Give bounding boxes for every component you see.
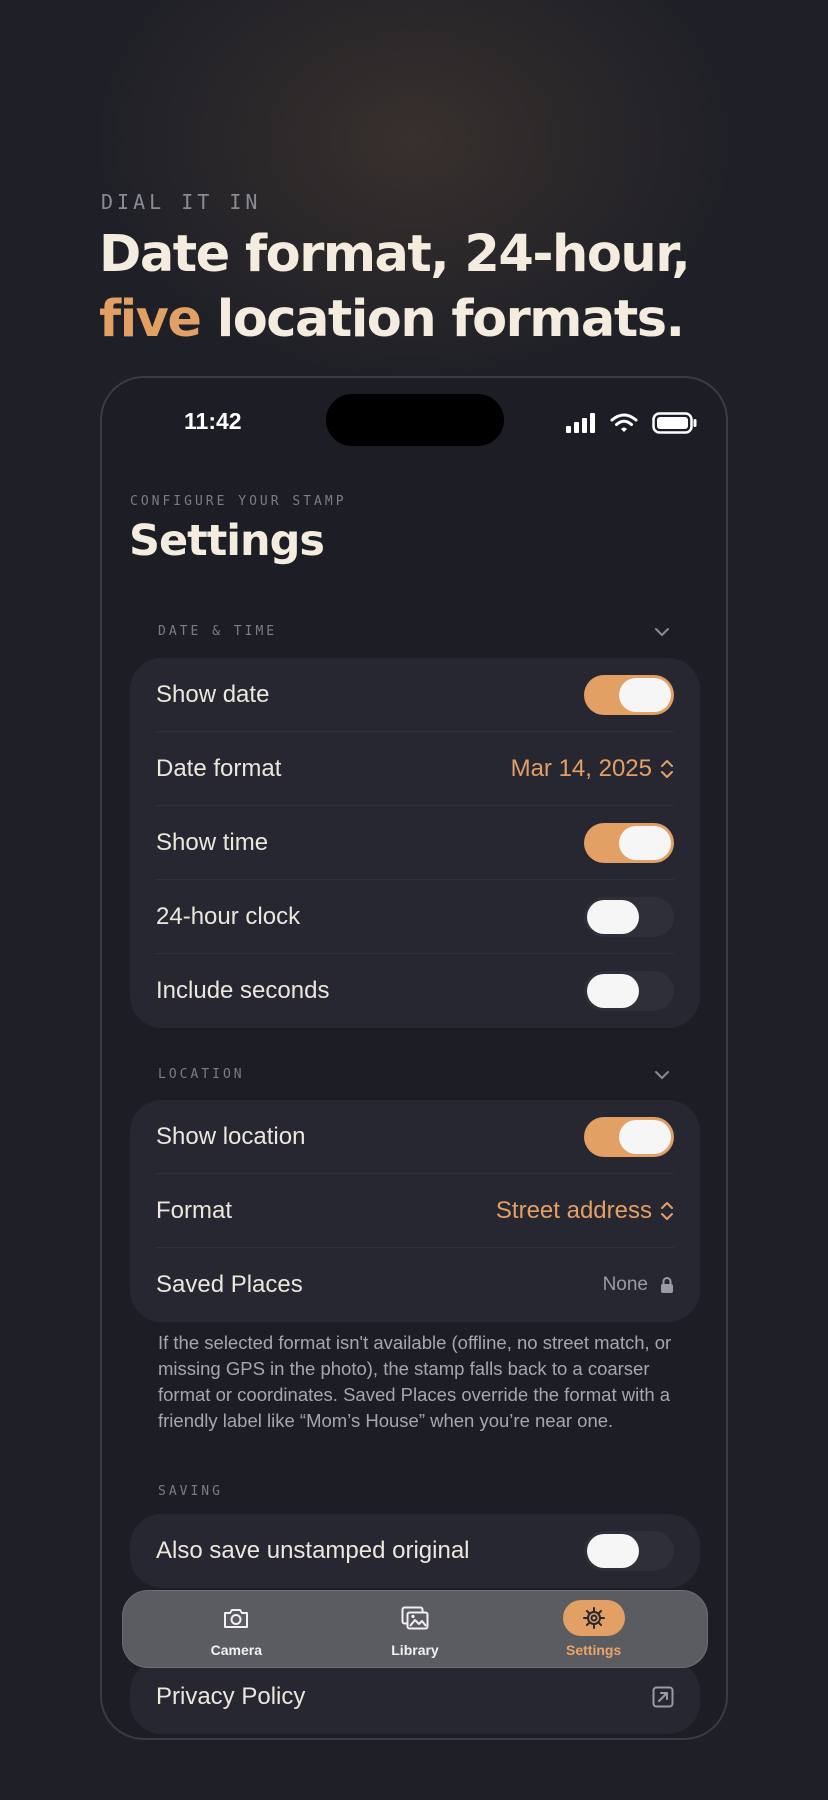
date-format-picker[interactable]: Mar 14, 2025	[511, 755, 674, 783]
show-location-toggle[interactable]	[584, 1116, 674, 1157]
photo-library-icon	[401, 1606, 429, 1630]
phone-frame: 11:42 CONFIGURE YOUR STAMP Settings DATE…	[100, 376, 728, 1740]
row-label: Also save unstamped original	[156, 1537, 470, 1564]
external-link-icon[interactable]	[652, 1686, 674, 1708]
section-header-date-time[interactable]: DATE & TIME	[158, 624, 670, 639]
row-show-time: Show time	[156, 806, 674, 880]
battery-icon	[652, 412, 697, 434]
status-icons	[566, 412, 698, 434]
chevron-down-icon	[655, 627, 669, 636]
row-label: Format	[156, 1196, 233, 1224]
row-location-format[interactable]: Format Street address	[156, 1174, 674, 1248]
saved-places-status: None	[602, 1274, 648, 1295]
toggle-knob	[619, 677, 671, 712]
status-time: 11:42	[184, 408, 242, 434]
save-original-toggle[interactable]	[584, 1531, 674, 1571]
section-title: LOCATION	[158, 1067, 245, 1082]
row-label: Show location	[156, 1122, 306, 1150]
row-saved-places[interactable]: Saved Places None	[156, 1248, 674, 1322]
saving-card: Also save unstamped original	[130, 1514, 700, 1588]
row-label: Show date	[156, 680, 270, 708]
toggle-knob	[619, 825, 671, 860]
chevron-up-down-icon	[661, 759, 673, 778]
row-label: Date format	[156, 754, 282, 782]
section-title: DATE & TIME	[158, 624, 278, 639]
show-time-toggle[interactable]	[584, 822, 674, 863]
row-save-original: Also save unstamped original	[156, 1514, 674, 1588]
row-label: Saved Places	[156, 1271, 303, 1298]
toggle-knob	[619, 1119, 671, 1154]
wifi-icon	[610, 413, 638, 432]
location-card: Show location Format Street address Save…	[130, 1100, 700, 1322]
headline-accent: five	[99, 290, 202, 349]
tab-label: Camera	[210, 1642, 263, 1658]
row-date-format[interactable]: Date format Mar 14, 2025	[156, 732, 674, 806]
cellular-signal-icon	[566, 413, 595, 433]
section-header-location[interactable]: LOCATION	[158, 1067, 670, 1082]
toggle-knob	[587, 899, 639, 934]
location-footnote: If the selected format isn't available (…	[158, 1332, 672, 1431]
screen-eyebrow: CONFIGURE YOUR STAMP	[130, 494, 347, 509]
section-header-saving: SAVING	[158, 1484, 670, 1499]
tab-icon-wrap	[205, 1600, 267, 1636]
location-format-value: Street address	[495, 1196, 652, 1224]
row-24-hour-clock: 24-hour clock	[156, 880, 674, 954]
dynamic-island	[326, 394, 504, 446]
date-format-value: Mar 14, 2025	[510, 754, 652, 782]
privacy-policy-link[interactable]: Privacy Policy	[156, 1683, 305, 1711]
toggle-knob	[587, 974, 639, 1008]
page-eyebrow: DIAL IT IN	[101, 190, 262, 214]
include-seconds-toggle[interactable]	[584, 971, 674, 1011]
tab-label: Library	[391, 1642, 439, 1658]
camera-icon	[224, 1609, 249, 1628]
tab-settings[interactable]: Settings	[534, 1600, 654, 1658]
headline-line1: Date format, 24-hour,	[99, 225, 691, 284]
gear-icon	[582, 1607, 605, 1629]
saved-places-value: None	[603, 1274, 674, 1296]
location-format-picker[interactable]: Street address	[496, 1197, 674, 1225]
row-label: 24-hour clock	[156, 902, 301, 930]
row-include-seconds: Include seconds	[156, 954, 674, 1028]
row-show-location: Show location	[156, 1100, 674, 1174]
toggle-knob	[587, 1534, 639, 1568]
chevron-up-down-icon	[661, 1201, 673, 1220]
chevron-down-icon	[655, 1070, 669, 1079]
tab-bar: Camera Library Settings	[122, 1590, 708, 1668]
tab-label: Settings	[566, 1642, 622, 1658]
screen-title: Settings	[129, 516, 325, 566]
date-time-card: Show date Date format Mar 14, 2025 Show …	[130, 658, 700, 1028]
tab-camera[interactable]: Camera	[176, 1600, 296, 1658]
row-label: Include seconds	[156, 977, 330, 1004]
row-privacy-policy[interactable]: Privacy Policy	[156, 1660, 674, 1734]
tab-icon-wrap	[384, 1600, 446, 1636]
privacy-card: Privacy Policy	[130, 1660, 700, 1734]
row-label: Show time	[156, 828, 269, 856]
section-title: SAVING	[158, 1484, 223, 1499]
tab-library[interactable]: Library	[355, 1600, 475, 1658]
24-hour-clock-toggle[interactable]	[584, 896, 674, 937]
lock-icon	[661, 1277, 673, 1293]
headline-line2: location formats.	[200, 290, 685, 349]
show-date-toggle[interactable]	[584, 674, 674, 715]
tab-icon-wrap	[562, 1600, 625, 1636]
headline: Date format, 24-hour, five location form…	[99, 222, 799, 352]
row-show-date: Show date	[156, 658, 674, 732]
